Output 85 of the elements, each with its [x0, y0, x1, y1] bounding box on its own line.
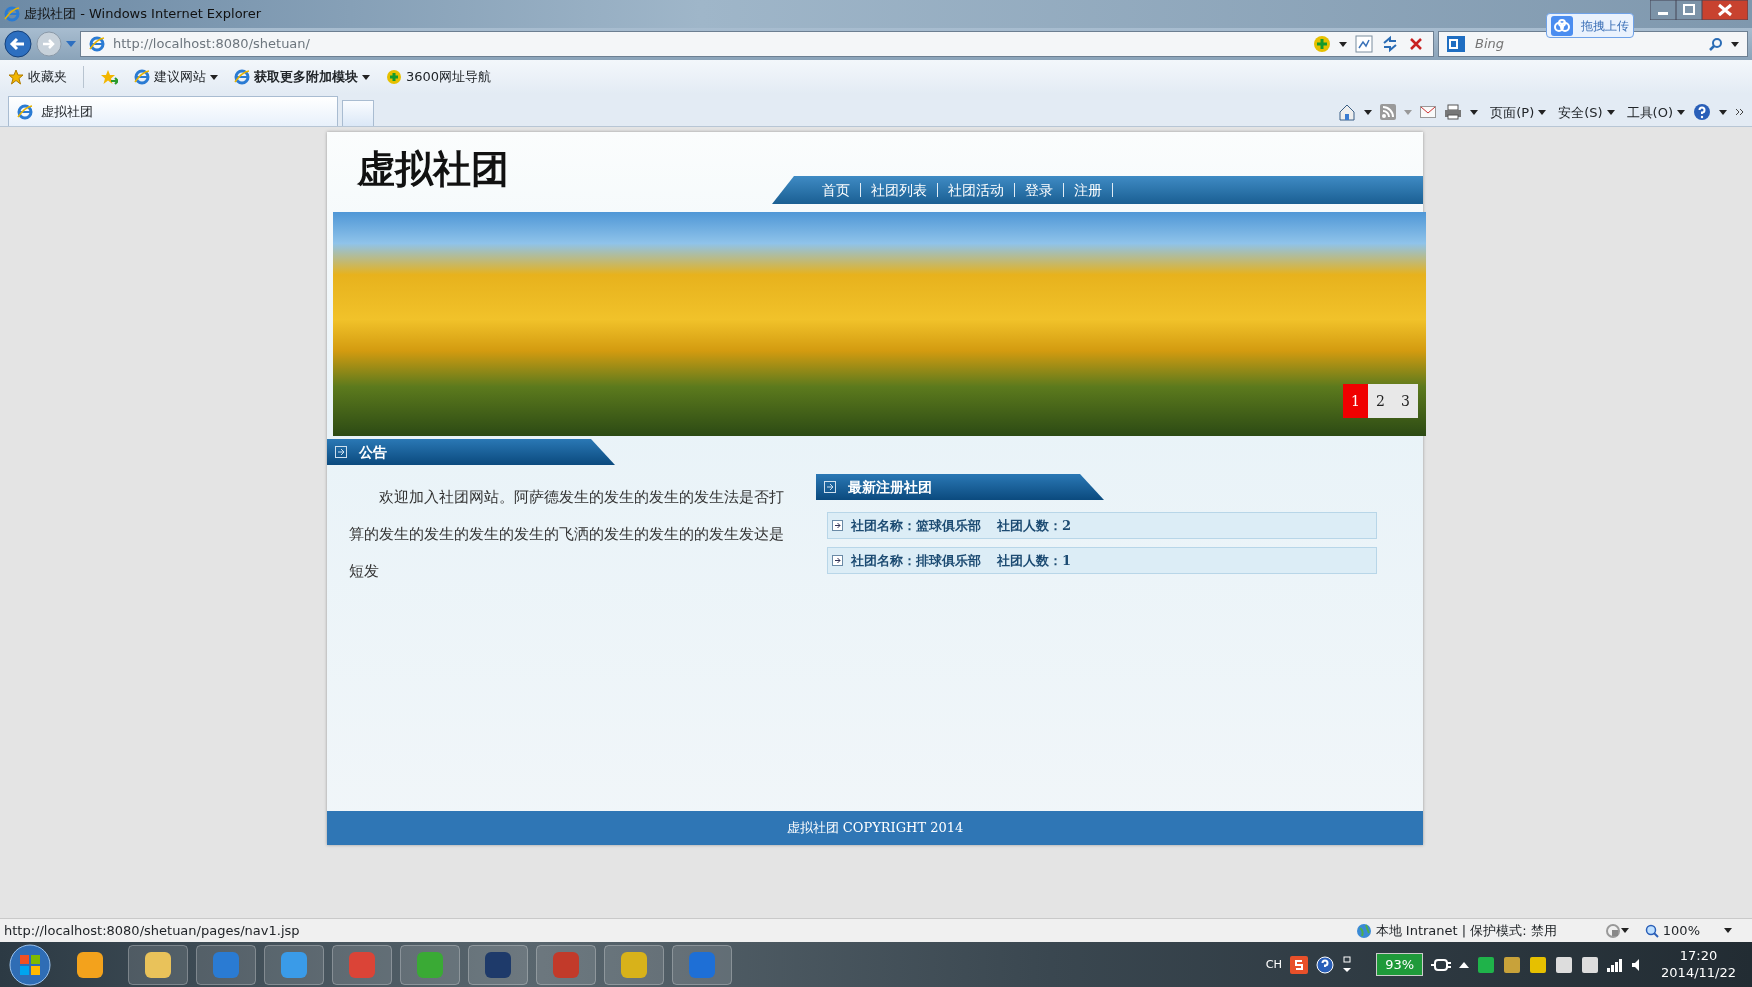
- input-method-icon[interactable]: [1290, 955, 1309, 974]
- upload-button[interactable]: 拖拽上传: [1546, 13, 1634, 38]
- caret-icon: [1724, 928, 1732, 933]
- address-field[interactable]: http://localhost:8080/shetuan/: [80, 31, 1434, 57]
- slide-button[interactable]: 1: [1343, 384, 1368, 418]
- footer: 虚拟社团 COPYRIGHT 2014: [327, 811, 1423, 845]
- nav-link[interactable]: 登录: [1015, 183, 1064, 197]
- nav-link[interactable]: 社团活动: [938, 183, 1015, 197]
- caret-icon[interactable]: [1470, 109, 1479, 115]
- favorites-link[interactable]: 收藏夹: [8, 67, 67, 87]
- command-menu[interactable]: 页面(P): [1490, 102, 1547, 122]
- feed-icon[interactable]: [1380, 104, 1397, 121]
- star-icon: [8, 69, 24, 85]
- favorites-link[interactable]: 3600网址导航: [386, 67, 492, 87]
- close-button[interactable]: [1702, 0, 1748, 20]
- favorites-link[interactable]: 获取更多附加模块: [234, 67, 370, 87]
- power-plug-icon[interactable]: [1431, 956, 1452, 973]
- url-text: http://localhost:8080/shetuan/: [113, 35, 310, 54]
- expand-icon: [832, 520, 843, 531]
- slide-button[interactable]: 3: [1393, 384, 1418, 418]
- signal-icon[interactable]: [1607, 957, 1624, 972]
- minimize-button[interactable]: [1650, 0, 1676, 20]
- help-icon[interactable]: [1316, 955, 1335, 974]
- nav-link[interactable]: 社团列表: [861, 183, 938, 197]
- start-button[interactable]: [8, 942, 52, 987]
- expand-icon: [335, 446, 347, 458]
- command-menu[interactable]: 工具(O): [1626, 102, 1685, 122]
- site-title: 虚拟社团: [356, 145, 509, 193]
- refresh-icon[interactable]: [1381, 35, 1399, 53]
- options-icon[interactable]: [1342, 955, 1353, 974]
- home-icon[interactable]: [1338, 103, 1357, 122]
- expand-icon: [832, 555, 843, 566]
- caret-icon: [1538, 109, 1547, 115]
- page-icon: [89, 36, 105, 52]
- club-row[interactable]: 社团名称：排球俱乐部 社团人数：1: [827, 547, 1377, 574]
- section-header: 公告: [327, 439, 615, 465]
- caret-icon: [1677, 109, 1685, 115]
- back-button[interactable]: [4, 30, 32, 58]
- favorites-link[interactable]: 建议网站: [134, 67, 218, 87]
- cloud-icon: [1551, 15, 1573, 36]
- page-icon: [234, 69, 250, 85]
- clock[interactable]: 17:20 2014/11/22: [1661, 948, 1736, 981]
- window-title: 虚拟社团 - Windows Internet Explorer: [24, 5, 261, 24]
- app-icon[interactable]: [468, 944, 528, 985]
- status-url: http://localhost:8080/shetuan/pages/nav1.jsp: [4, 921, 301, 940]
- help-icon[interactable]: [1693, 103, 1711, 122]
- language-indicator[interactable]: CH: [1265, 955, 1283, 974]
- nav-link[interactable]: 注册: [1064, 183, 1113, 197]
- club-row[interactable]: 社团名称：篮球俱乐部 社团人数：2: [827, 512, 1377, 539]
- expand-icon: [824, 481, 836, 493]
- add-favorite-icon[interactable]: [100, 69, 118, 85]
- caret-icon: [362, 74, 370, 80]
- battery-indicator[interactable]: 93%: [1376, 952, 1424, 977]
- app-tray-icon[interactable]: [1503, 955, 1522, 974]
- printer-icon[interactable]: [1444, 104, 1463, 121]
- section-header: 最新注册社团: [816, 474, 1104, 500]
- maximize-button[interactable]: [1676, 0, 1702, 20]
- globe-icon: [1355, 922, 1372, 939]
- search-icon[interactable]: [1709, 37, 1723, 51]
- caret-icon[interactable]: [1620, 928, 1629, 933]
- search-field[interactable]: Bing: [1438, 31, 1748, 57]
- app-tray-icon[interactable]: [1477, 955, 1496, 974]
- caret-icon[interactable]: [1731, 41, 1739, 47]
- slide-button[interactable]: 2: [1368, 384, 1393, 418]
- page-icon: [134, 69, 150, 85]
- app-icon[interactable]: [604, 944, 664, 985]
- search-provider-icon: [1447, 36, 1465, 52]
- notice-text: 欢迎加入社团网站。阿萨德发生的发生的发生的发生法是否打算的发生的发生的发生的发生的飞洒的发生的发生的的发生发达是短发: [348, 487, 785, 582]
- caret-icon[interactable]: [1339, 41, 1347, 47]
- caret-icon[interactable]: [1364, 109, 1373, 115]
- app-icon[interactable]: [264, 944, 324, 985]
- mail-icon[interactable]: [1420, 106, 1437, 119]
- show-hidden-icons-icon[interactable]: [1459, 961, 1470, 968]
- caret-icon[interactable]: [1719, 109, 1727, 115]
- zoom-control[interactable]: 100%: [1644, 920, 1732, 941]
- chevron-icon[interactable]: [1735, 108, 1744, 117]
- page-icon: [17, 103, 33, 120]
- caret-icon: [210, 74, 218, 80]
- zoom-icon: [1644, 923, 1659, 938]
- caret-icon: [1606, 109, 1615, 115]
- command-menu[interactable]: 安全(S): [1558, 102, 1615, 122]
- security-zone: 本地 Intranet | 保护模式: 禁用: [1355, 920, 1557, 941]
- browser-tab[interactable]: 虚拟社团: [8, 96, 338, 126]
- nav-link[interactable]: 首页: [812, 183, 861, 197]
- compatibility-icon[interactable]: [1355, 35, 1373, 53]
